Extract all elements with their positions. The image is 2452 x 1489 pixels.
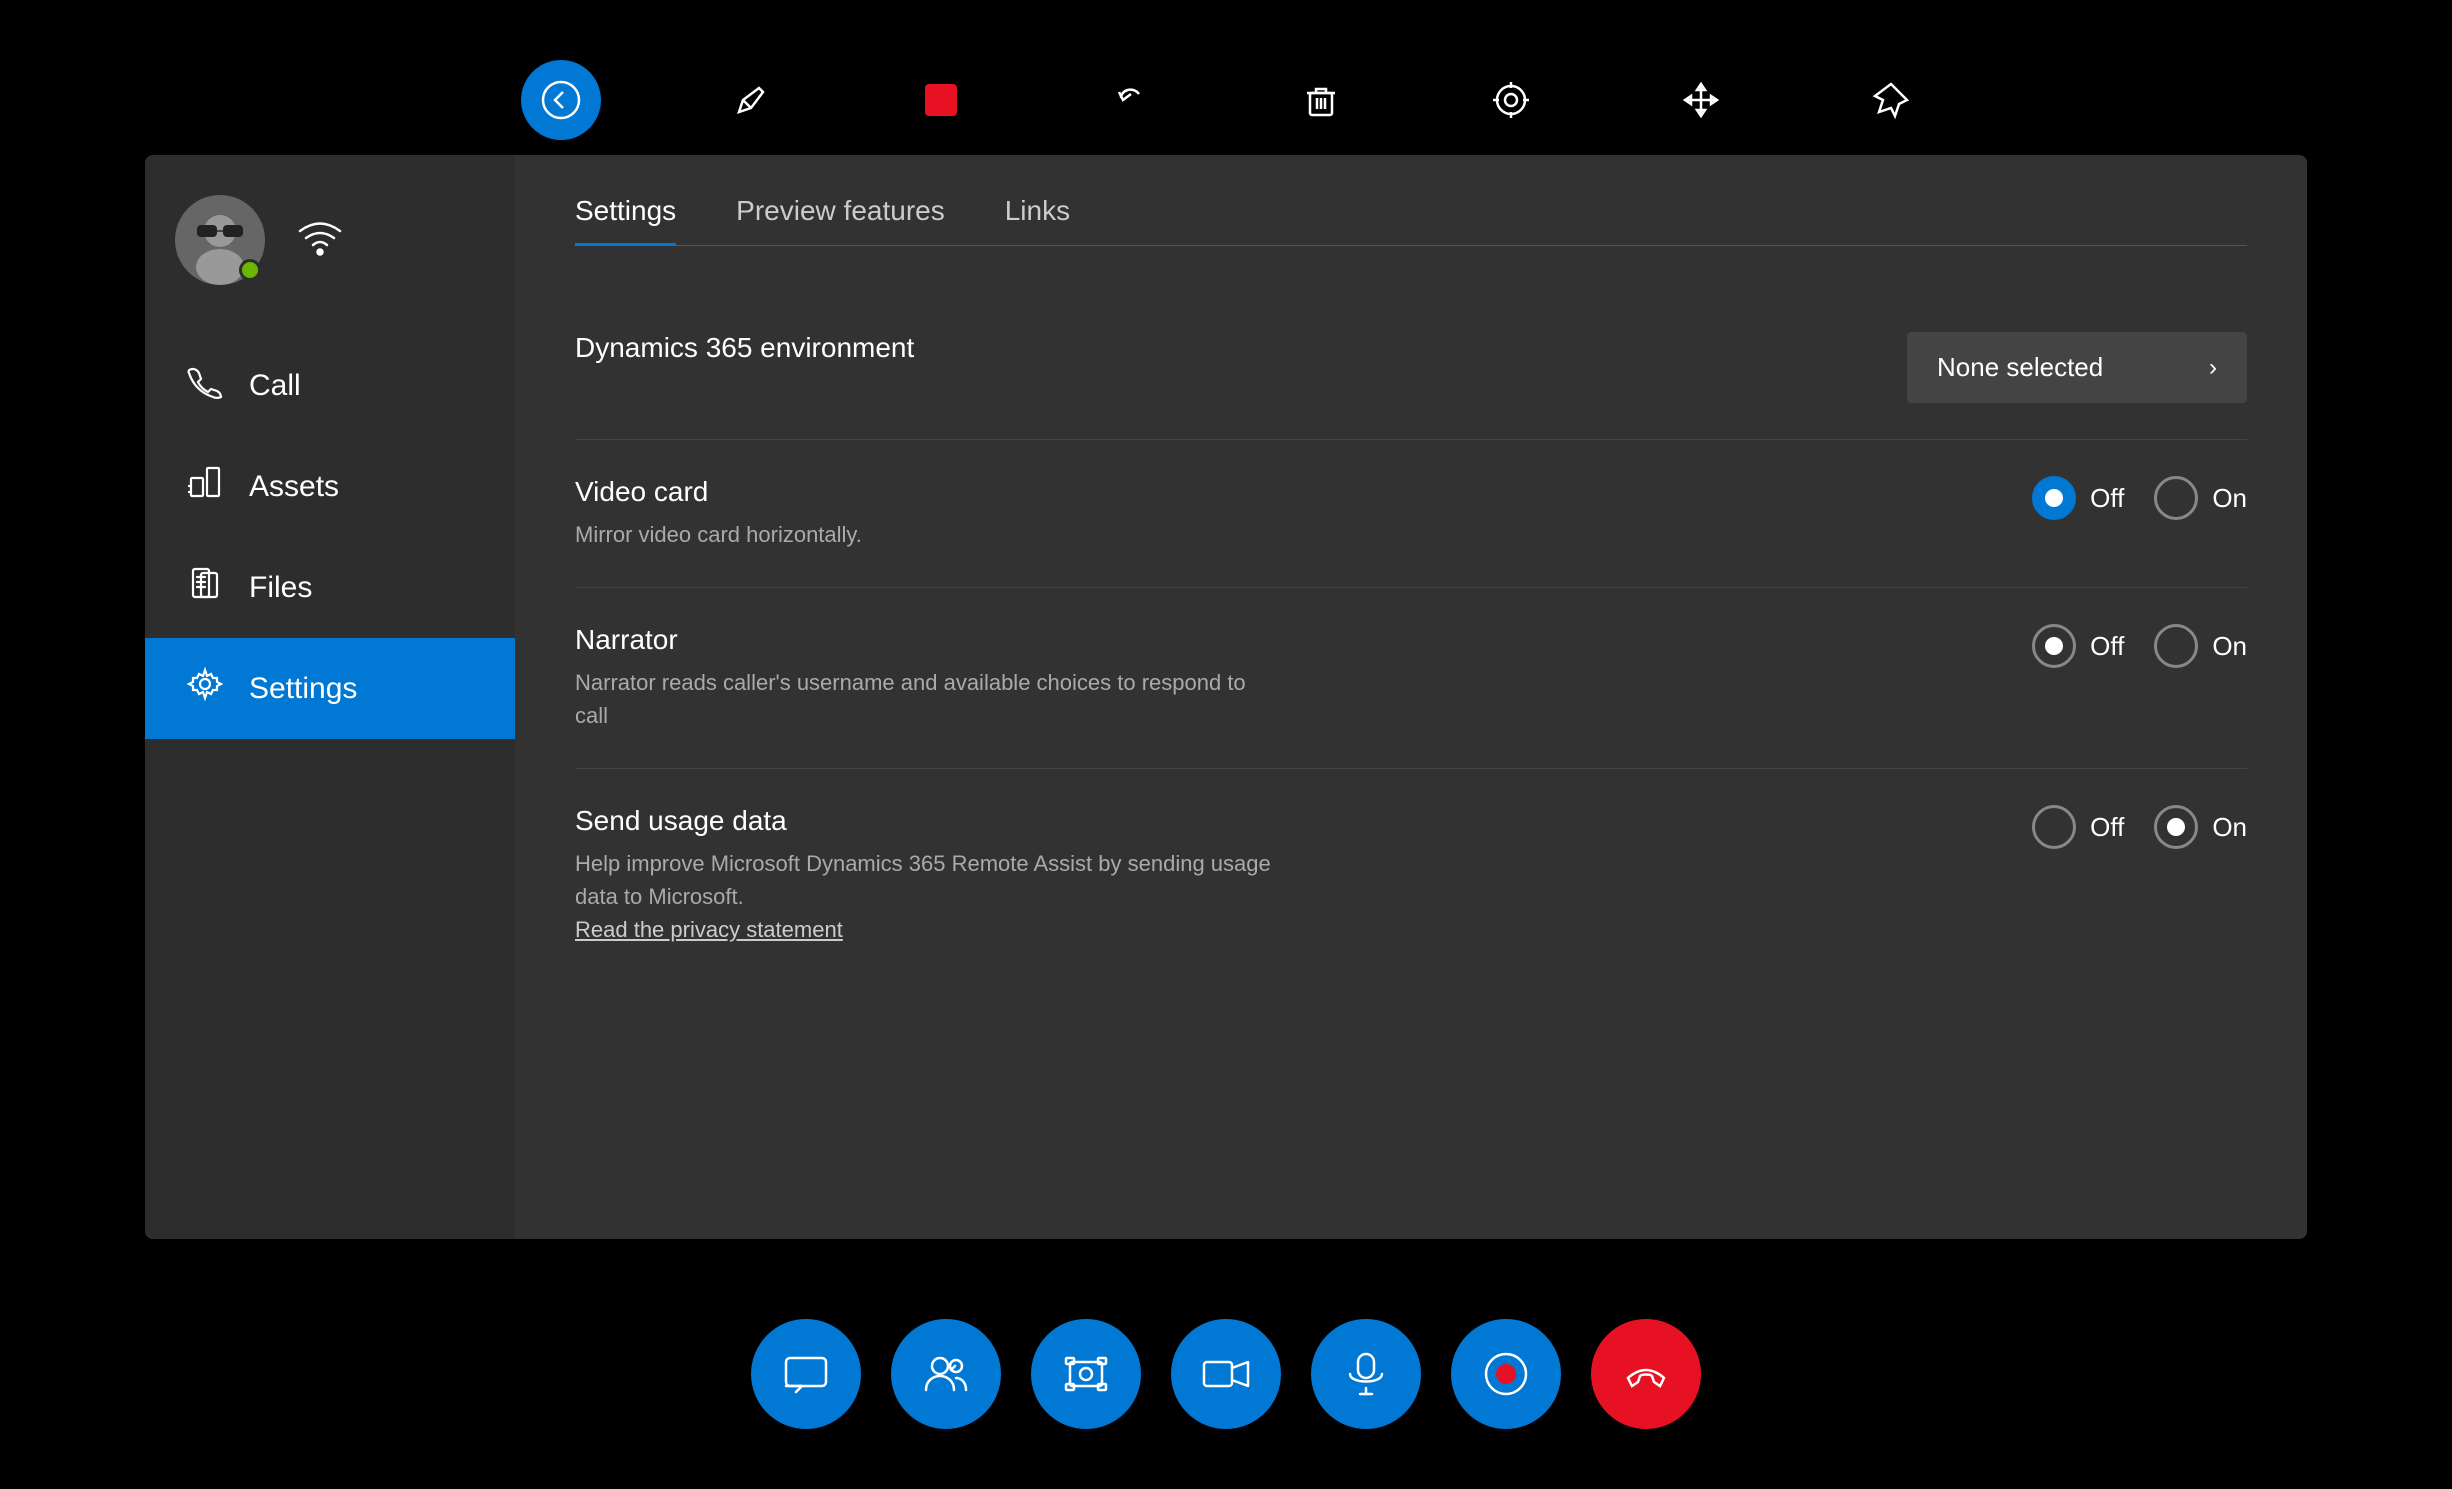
main-container: Call Assets Files (145, 155, 2307, 1239)
user-section (145, 175, 515, 305)
screenshot-button[interactable] (1031, 1319, 1141, 1429)
narrator-off-radio[interactable] (2032, 624, 2076, 668)
tabs: Settings Preview features Links (575, 195, 2247, 246)
call-label: Call (249, 369, 301, 403)
video-card-on-label: On (2212, 483, 2247, 514)
video-card-off-radio[interactable] (2032, 476, 2076, 520)
sidebar-item-call[interactable]: Call (145, 335, 515, 436)
narrator-label: Narrator (575, 624, 1275, 656)
files-icon (185, 565, 225, 610)
privacy-statement-link[interactable]: Read the privacy statement (575, 917, 843, 942)
narrator-row: Narrator Narrator reads caller's usernam… (575, 588, 2247, 769)
tab-links[interactable]: Links (1005, 195, 1070, 246)
narrator-on-option[interactable]: On (2154, 624, 2247, 668)
dynamics365-value: None selected (1937, 352, 2103, 383)
narrator-on-radio[interactable] (2154, 624, 2198, 668)
undo-button[interactable] (1091, 60, 1171, 140)
usage-data-on-option[interactable]: On (2154, 805, 2247, 849)
back-button[interactable] (521, 60, 601, 140)
usage-data-off-option[interactable]: Off (2032, 805, 2124, 849)
trash-button[interactable] (1281, 60, 1361, 140)
call-icon (185, 363, 225, 408)
sidebar-item-assets[interactable]: Assets (145, 436, 515, 537)
dynamics365-label: Dynamics 365 environment (575, 332, 1275, 364)
video-card-off-label: Off (2090, 483, 2124, 514)
chevron-right-icon: › (2209, 354, 2217, 382)
avatar-wrapper (175, 195, 265, 285)
top-toolbar (0, 60, 2452, 140)
settings-label: Settings (249, 672, 357, 706)
move-button[interactable] (1661, 60, 1741, 140)
record-button[interactable] (1451, 1319, 1561, 1429)
tab-settings[interactable]: Settings (575, 195, 676, 246)
usage-data-desc: Help improve Microsoft Dynamics 365 Remo… (575, 847, 1275, 946)
narrator-on-label: On (2212, 631, 2247, 662)
end-call-button[interactable] (1591, 1319, 1701, 1429)
assets-icon (185, 464, 225, 509)
files-label: Files (249, 571, 312, 605)
usage-data-label-area: Send usage data Help improve Microsoft D… (575, 805, 1275, 946)
usage-data-on-label: On (2212, 812, 2247, 843)
usage-data-label: Send usage data (575, 805, 1275, 837)
settings-icon (185, 666, 225, 711)
content-area: Settings Preview features Links Dynamics… (515, 155, 2307, 1239)
video-card-radio-group: Off On (2032, 476, 2247, 520)
narrator-label-area: Narrator Narrator reads caller's usernam… (575, 624, 1275, 732)
mic-button[interactable] (1311, 1319, 1421, 1429)
narrator-desc: Narrator reads caller's username and ava… (575, 666, 1275, 732)
sidebar: Call Assets Files (145, 155, 515, 1239)
video-card-label: Video card (575, 476, 1275, 508)
usage-data-radio-group: Off On (2032, 805, 2247, 849)
video-card-desc: Mirror video card horizontally. (575, 518, 1275, 551)
pin-button[interactable] (1851, 60, 1931, 140)
usage-data-off-radio[interactable] (2032, 805, 2076, 849)
usage-data-on-radio[interactable] (2154, 805, 2198, 849)
narrator-radio-group: Off On (2032, 624, 2247, 668)
camera-button[interactable] (1171, 1319, 1281, 1429)
narrator-off-label: Off (2090, 631, 2124, 662)
usage-data-off-label: Off (2090, 812, 2124, 843)
video-card-row: Video card Mirror video card horizontall… (575, 440, 2247, 588)
wifi-icon (295, 216, 345, 265)
dynamics365-row: Dynamics 365 environment None selected › (575, 296, 2247, 440)
assets-label: Assets (249, 470, 339, 504)
stop-button[interactable] (901, 60, 981, 140)
narrator-off-option[interactable]: Off (2032, 624, 2124, 668)
pen-button[interactable] (711, 60, 791, 140)
dynamics365-label-area: Dynamics 365 environment (575, 332, 1275, 374)
video-card-off-option[interactable]: Off (2032, 476, 2124, 520)
video-card-label-area: Video card Mirror video card horizontall… (575, 476, 1275, 551)
sidebar-item-files[interactable]: Files (145, 537, 515, 638)
bottom-toolbar (0, 1319, 2452, 1429)
target-button[interactable] (1471, 60, 1551, 140)
online-badge (239, 259, 261, 281)
chat-button[interactable] (751, 1319, 861, 1429)
video-card-on-radio[interactable] (2154, 476, 2198, 520)
video-card-on-option[interactable]: On (2154, 476, 2247, 520)
usage-data-row: Send usage data Help improve Microsoft D… (575, 769, 2247, 982)
participants-button[interactable] (891, 1319, 1001, 1429)
sidebar-item-settings[interactable]: Settings (145, 638, 515, 739)
dynamics365-dropdown[interactable]: None selected › (1907, 332, 2247, 403)
tab-preview[interactable]: Preview features (736, 195, 945, 246)
